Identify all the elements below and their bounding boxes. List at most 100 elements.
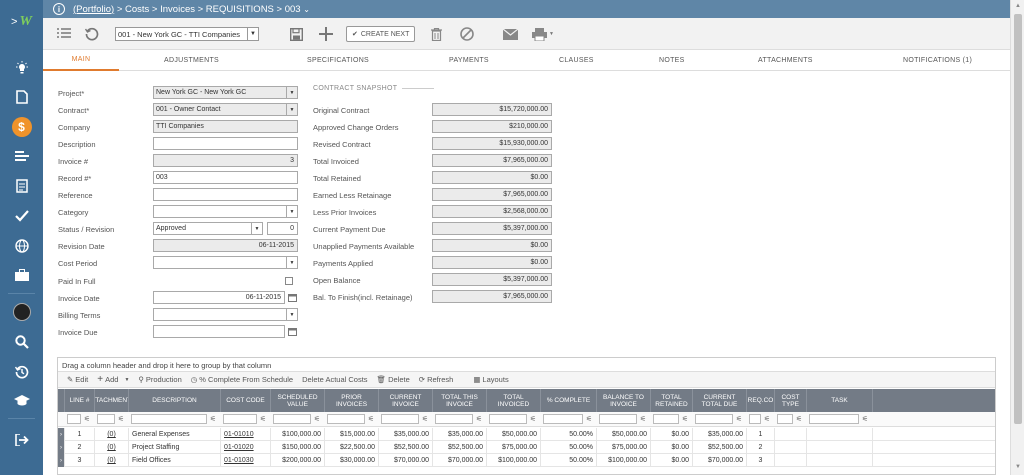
- grid-filter-input[interactable]: [327, 414, 365, 424]
- tab-specifications[interactable]: SPECIFICATIONS: [307, 50, 369, 71]
- grid-filter-input[interactable]: [809, 414, 859, 424]
- tab-payments[interactable]: PAYMENTS: [449, 50, 489, 71]
- save-icon[interactable]: [290, 18, 303, 50]
- grid-filter-input[interactable]: [273, 414, 311, 424]
- table-row[interactable]: › 2 (0) Project Staffing 01-01020 $150,000.00…: [58, 441, 995, 454]
- grid-column-header[interactable]: ATTACHMENTS: [95, 389, 129, 412]
- grid-filter-input[interactable]: [97, 414, 115, 424]
- grid-refresh-button[interactable]: ⟳ Refresh: [419, 375, 454, 384]
- filter-icon[interactable]: ⚟: [638, 414, 648, 424]
- filter-icon[interactable]: ⚟: [420, 414, 430, 424]
- grid-delete-actual-button[interactable]: Delete Actual Costs: [302, 375, 367, 384]
- print-icon[interactable]: ▼: [532, 18, 554, 50]
- grid-filter-input[interactable]: [435, 414, 473, 424]
- grid-column-header[interactable]: TOTAL INVOICED: [487, 389, 541, 412]
- add-icon[interactable]: [319, 18, 333, 50]
- grid-column-header[interactable]: TASK: [807, 389, 873, 412]
- contract-select[interactable]: 001 - Owner Contact ▼: [153, 103, 298, 116]
- tab-notifications[interactable]: NOTIFICATIONS (1): [903, 50, 972, 71]
- cost-code-link[interactable]: 01-01030: [221, 454, 271, 467]
- invoice-due-input[interactable]: [153, 325, 285, 338]
- grid-column-header[interactable]: CURRENT TOTAL DUE: [693, 389, 747, 412]
- grid-column-header[interactable]: SCHEDULED VALUE: [271, 389, 325, 412]
- grid-column-header[interactable]: DESCRIPTION: [129, 389, 221, 412]
- row-expander-icon[interactable]: ›: [58, 428, 65, 441]
- undo-history-icon[interactable]: [85, 18, 99, 50]
- page-scrollbar[interactable]: ▲ ▼: [1010, 0, 1024, 475]
- scroll-down-icon[interactable]: ▼: [1014, 463, 1022, 471]
- grid-filter-input[interactable]: [653, 414, 679, 424]
- attachments-link[interactable]: (0): [95, 441, 129, 454]
- grid-edit-button[interactable]: ✎ Edit: [67, 375, 88, 384]
- grid-column-header[interactable]: REQ.CO: [747, 389, 775, 412]
- invoice-date-input[interactable]: 06-11-2015: [153, 291, 285, 304]
- grid-layouts-button[interactable]: ▦ Layouts: [473, 375, 508, 384]
- search-icon[interactable]: [0, 331, 43, 353]
- filter-icon[interactable]: ⚟: [734, 414, 744, 424]
- print-dropdown-icon[interactable]: ▼: [549, 31, 554, 37]
- billing-terms-select[interactable]: ▼: [153, 308, 298, 321]
- history-icon[interactable]: [0, 361, 43, 383]
- row-expander-icon[interactable]: ›: [58, 441, 65, 454]
- filter-icon[interactable]: ⚟: [528, 414, 538, 424]
- project-select[interactable]: New York GC - New York GC ▼: [153, 86, 298, 99]
- list-view-icon[interactable]: [57, 18, 71, 50]
- grid-filter-input[interactable]: [695, 414, 733, 424]
- table-row[interactable]: › 3 (0) Field Offices 01-01030 $200,000.00 $30…: [58, 454, 995, 467]
- grid-column-header[interactable]: TOTAL THIS INVOICE: [433, 389, 487, 412]
- checkmark-icon[interactable]: [0, 205, 43, 227]
- breadcrumb-portfolio-link[interactable]: (Portfolio): [73, 4, 114, 15]
- grid-column-header[interactable]: PRIOR INVOICES: [325, 389, 379, 412]
- tab-adjustments[interactable]: ADJUSTMENTS: [164, 50, 219, 71]
- filter-icon[interactable]: ⚟: [584, 414, 594, 424]
- cost-code-link[interactable]: 01-01020: [221, 441, 271, 454]
- grid-production-button[interactable]: ⚲ Production: [138, 375, 181, 384]
- filter-icon[interactable]: ⚟: [366, 414, 376, 424]
- grid-filter-input[interactable]: [131, 414, 207, 424]
- tab-notes[interactable]: NOTES: [659, 50, 685, 71]
- cost-period-select[interactable]: ▼: [153, 256, 298, 269]
- scrollbar-thumb[interactable]: [1014, 14, 1022, 424]
- grid-filter-input[interactable]: [67, 414, 81, 424]
- grid-column-header[interactable]: LINE #: [65, 389, 95, 412]
- grid-column-header[interactable]: TOTAL RETAINED: [651, 389, 693, 412]
- grid-filter-input[interactable]: [543, 414, 583, 424]
- briefcase-icon[interactable]: [0, 264, 43, 286]
- filter-icon[interactable]: ⚟: [258, 414, 268, 424]
- create-next-button[interactable]: ✔ CREATE NEXT: [346, 26, 416, 42]
- list-icon[interactable]: [0, 146, 43, 168]
- globe-icon[interactable]: [0, 235, 43, 257]
- group-by-area[interactable]: Drag a column header and drop it here to…: [58, 358, 995, 372]
- record-number-input[interactable]: 003: [153, 171, 298, 184]
- grid-filter-input[interactable]: [599, 414, 637, 424]
- user-avatar-icon[interactable]: [0, 301, 43, 323]
- tab-clauses[interactable]: CLAUSES: [559, 50, 594, 71]
- lightbulb-icon[interactable]: [0, 57, 43, 79]
- filter-icon[interactable]: ⚟: [762, 414, 772, 424]
- grid-filter-input[interactable]: [749, 414, 761, 424]
- reference-input[interactable]: [153, 188, 298, 201]
- grid-filter-input[interactable]: [777, 414, 793, 424]
- grid-column-header[interactable]: BALANCE TO INVOICE: [597, 389, 651, 412]
- chevron-down-icon[interactable]: ▼: [124, 377, 129, 383]
- grid-delete-button[interactable]: 🗑 Delete: [377, 375, 410, 384]
- report-icon[interactable]: [0, 175, 43, 197]
- expand-icon[interactable]: >: [11, 16, 17, 28]
- breadcrumb-caret-icon[interactable]: ⌄: [303, 5, 310, 14]
- filter-icon[interactable]: ⚟: [860, 414, 870, 424]
- email-icon[interactable]: [503, 18, 518, 50]
- grid-column-header[interactable]: % COMPLETE: [541, 389, 597, 412]
- cost-code-link[interactable]: 01-01010: [221, 428, 271, 441]
- grid-column-header[interactable]: CURRENT INVOICE: [379, 389, 433, 412]
- filter-icon[interactable]: ⚟: [680, 414, 690, 424]
- revision-input[interactable]: 0: [267, 222, 298, 235]
- grid-column-header[interactable]: COST CODE: [221, 389, 271, 412]
- grid-filter-input[interactable]: [489, 414, 527, 424]
- grid-filter-input[interactable]: [223, 414, 257, 424]
- document-icon[interactable]: [0, 86, 43, 108]
- table-row[interactable]: › 1 (0) General Expenses 01-01010 $100,000.00…: [58, 428, 995, 441]
- costs-icon[interactable]: $: [0, 116, 43, 138]
- grid-add-button[interactable]: + Add ▼: [97, 374, 129, 385]
- status-select[interactable]: Approved ▼: [153, 222, 263, 235]
- record-select[interactable]: 001 - New York GC - TTI Companies ▼: [115, 27, 259, 41]
